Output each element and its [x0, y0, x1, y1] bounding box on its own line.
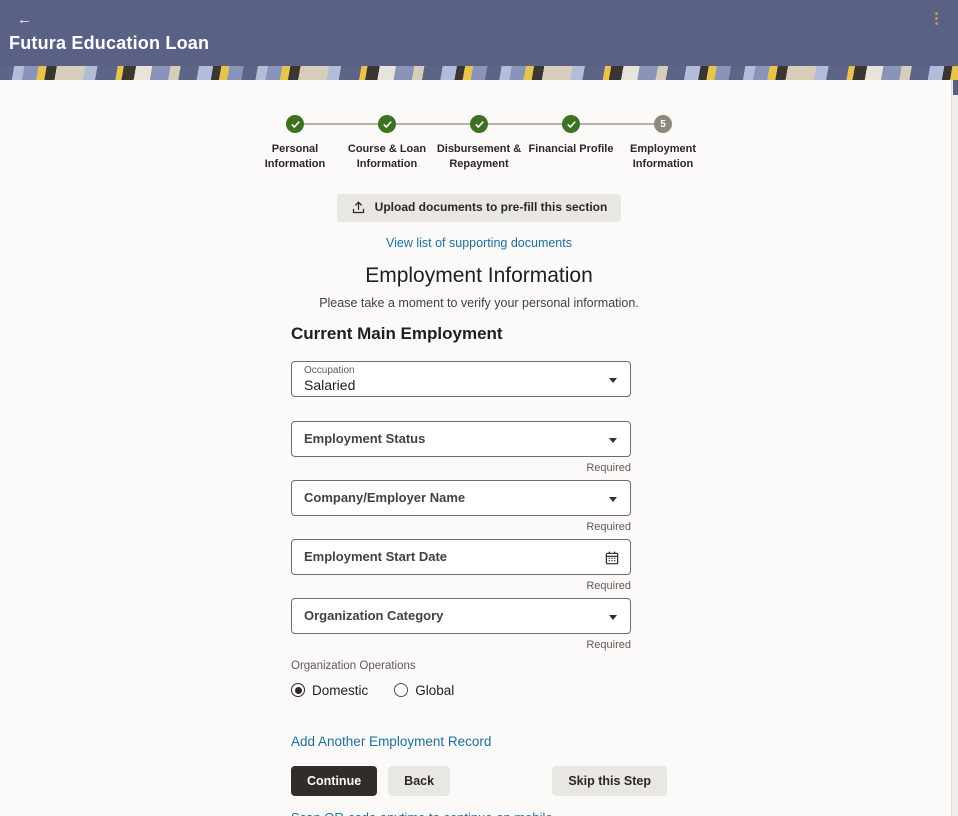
chevron-down-icon: [609, 437, 617, 443]
radio-label: Global: [415, 682, 455, 698]
add-another-employment-record-link[interactable]: Add Another Employment Record: [291, 734, 491, 749]
app-header: ← Futura Education Loan ⋮: [0, 0, 958, 66]
organization-operations-radio-group: Domestic Global: [291, 683, 667, 698]
step-label: Disbursement & Repayment: [436, 143, 522, 170]
step-current-number-badge: 5: [654, 115, 672, 133]
page-title-header: Futura Education Loan: [9, 33, 210, 53]
step-complete-check-icon: [378, 115, 396, 133]
scrollbar-thumb[interactable]: [953, 80, 958, 95]
employment-start-date-placeholder: Employment Start Date: [304, 549, 448, 565]
decorative-banner: [0, 66, 958, 80]
chevron-down-icon: [609, 377, 617, 383]
app-window: ← Futura Education Loan ⋮ Personal Infor…: [0, 0, 958, 816]
radio-label: Domestic: [312, 682, 369, 698]
occupation-value: Salaried: [304, 376, 356, 393]
section-title: Employment Information: [365, 263, 593, 287]
group-title-current-main-employment: Current Main Employment: [291, 323, 503, 343]
section-subtitle: Please take a moment to verify your pers…: [319, 295, 639, 310]
action-buttons-row: Continue Back Skip this Step: [291, 765, 667, 796]
required-note: Required: [586, 579, 631, 592]
occupation-select[interactable]: Occupation Salaried: [291, 360, 631, 397]
step-financial-profile[interactable]: Financial Profile: [525, 115, 617, 172]
step-personal-information[interactable]: Personal Information: [249, 115, 341, 172]
organization-category-select[interactable]: Organization Category: [291, 597, 631, 634]
step-label: Personal Information: [264, 143, 326, 170]
chevron-down-icon: [609, 496, 617, 502]
radio-global[interactable]: Global: [394, 683, 454, 698]
step-complete-check-icon: [562, 115, 580, 133]
back-button[interactable]: Back: [388, 765, 451, 796]
step-disbursement-repayment[interactable]: Disbursement & Repayment: [433, 115, 525, 172]
skip-this-step-button[interactable]: Skip this Step: [552, 765, 667, 796]
step-label: Financial Profile: [528, 143, 614, 155]
radio-unselected-icon: [394, 683, 409, 698]
required-note: Required: [586, 461, 631, 474]
back-arrow-icon[interactable]: ←: [13, 10, 36, 29]
required-note: Required: [586, 638, 631, 651]
required-note: Required: [586, 520, 631, 533]
view-supporting-documents-link[interactable]: View list of supporting documents: [386, 236, 572, 250]
kebab-menu-icon[interactable]: ⋮: [929, 11, 944, 26]
step-complete-check-icon: [470, 115, 488, 133]
step-employment-information[interactable]: 5 Employment Information: [617, 115, 709, 172]
occupation-label: Occupation: [304, 364, 355, 376]
company-employer-placeholder: Company/Employer Name: [304, 490, 466, 506]
employment-start-date-field[interactable]: Employment Start Date: [291, 538, 631, 575]
employment-status-placeholder: Employment Status: [304, 431, 426, 447]
upload-icon: [351, 200, 366, 215]
employment-status-select[interactable]: Employment Status: [291, 420, 631, 457]
radio-selected-icon: [291, 683, 305, 698]
upload-button-label: Upload documents to pre-fill this sectio…: [374, 200, 608, 215]
scrollbar-track[interactable]: [951, 80, 958, 816]
upload-documents-button[interactable]: Upload documents to pre-fill this sectio…: [336, 193, 622, 222]
organization-category-placeholder: Organization Category: [304, 608, 444, 624]
step-complete-check-icon: [286, 115, 304, 133]
progress-stepper: Personal Information Course & Loan Infor…: [249, 115, 709, 172]
step-course-loan-information[interactable]: Course & Loan Information: [341, 115, 433, 172]
scan-qr-code-link[interactable]: Scan QR-code anytime to continue on mobi…: [291, 810, 556, 816]
chevron-down-icon: [609, 614, 617, 620]
radio-domestic[interactable]: Domestic: [291, 683, 368, 698]
organization-operations-label: Organization Operations: [291, 659, 416, 672]
company-employer-name-select[interactable]: Company/Employer Name: [291, 479, 631, 516]
continue-button[interactable]: Continue: [291, 765, 378, 796]
step-label: Employment Information: [629, 143, 696, 170]
step-label: Course & Loan Information: [347, 143, 427, 170]
calendar-icon[interactable]: [604, 550, 620, 566]
